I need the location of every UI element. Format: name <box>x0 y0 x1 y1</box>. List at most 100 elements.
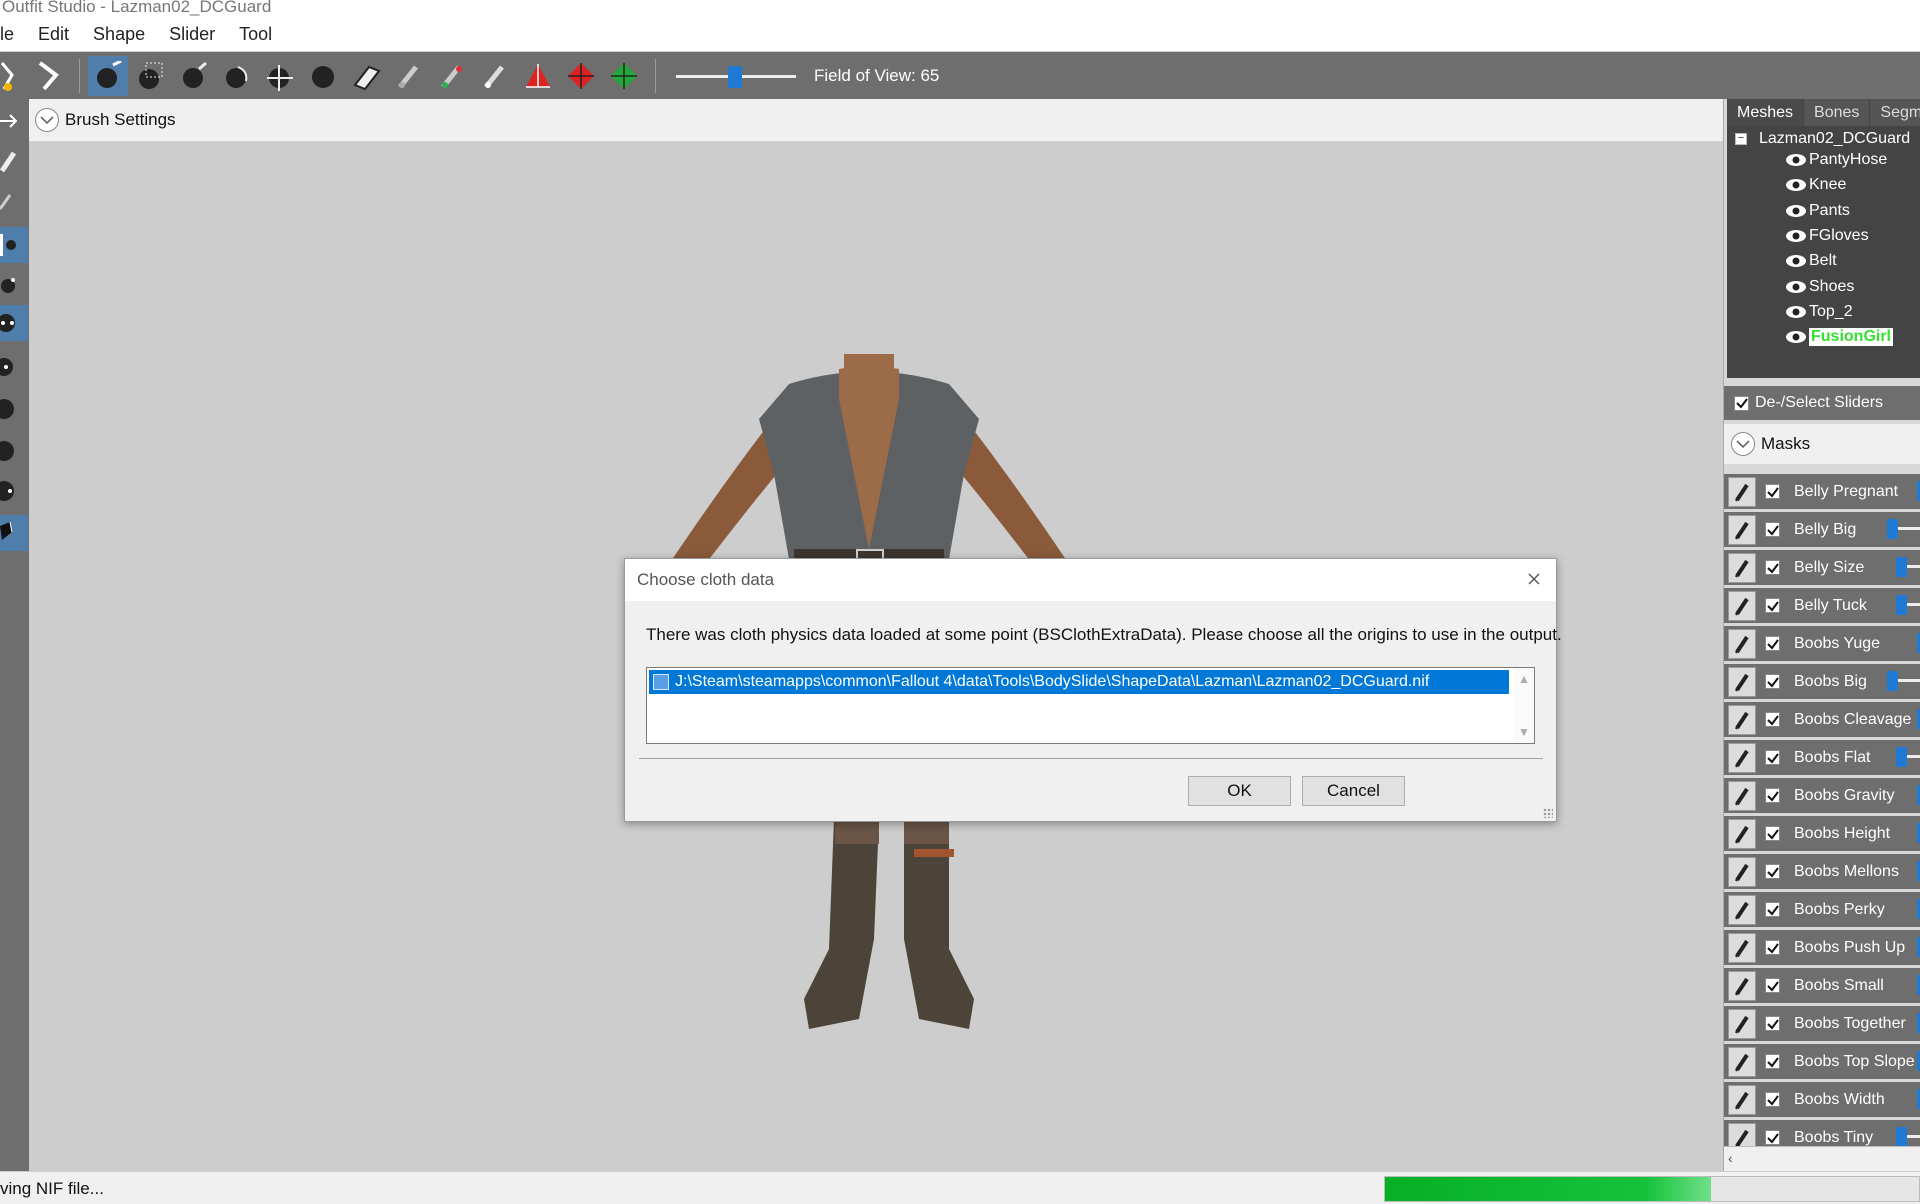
alpha-brush-icon[interactable] <box>475 56 515 96</box>
checkbox-checked-icon[interactable] <box>1765 1130 1780 1145</box>
chevron-down-icon[interactable] <box>35 108 59 132</box>
edit-pencil-icon[interactable] <box>1728 1084 1756 1115</box>
transform-tool-icon[interactable] <box>28 56 68 96</box>
pencil-icon[interactable] <box>0 143 28 179</box>
brush-focus-icon[interactable] <box>0 349 28 385</box>
checkbox-checked-icon[interactable] <box>1765 712 1780 727</box>
brush-settings-header[interactable]: Brush Settings <box>29 99 1723 141</box>
undiff-brush-icon[interactable] <box>346 56 386 96</box>
deselect-sliders-toggle[interactable]: De-/Select Sliders <box>1724 386 1920 420</box>
select-region-icon[interactable] <box>131 56 171 96</box>
brush-strength-icon[interactable] <box>0 305 28 341</box>
slider-control[interactable] <box>1896 747 1920 767</box>
slider-row[interactable]: Boobs Small <box>1724 968 1920 1003</box>
chevron-down-icon[interactable] <box>1731 432 1755 456</box>
mask-brush-icon[interactable] <box>88 55 128 96</box>
slider-row[interactable]: Boobs Perky <box>1724 892 1920 927</box>
scroll-up-icon[interactable]: ▲ <box>1518 672 1530 686</box>
inflate-brush-icon[interactable] <box>174 56 214 96</box>
slider-thumb[interactable] <box>1896 1127 1907 1147</box>
checkbox-checked-icon[interactable] <box>1765 522 1780 537</box>
slider-row[interactable]: Boobs Flat <box>1724 740 1920 775</box>
slider-row[interactable]: Boobs Cleavage <box>1724 702 1920 737</box>
eye-icon[interactable] <box>1785 329 1807 345</box>
edit-pencil-icon[interactable] <box>1728 1046 1756 1077</box>
circle-dot-icon[interactable] <box>0 473 28 509</box>
color-brush-icon[interactable] <box>432 56 472 96</box>
mesh-item[interactable]: Knee <box>1785 173 1846 197</box>
slider-thumb[interactable] <box>1896 557 1907 577</box>
scroll-down-icon[interactable]: ▼ <box>1518 725 1530 739</box>
checkbox-checked-icon[interactable] <box>1765 902 1780 917</box>
menu-file[interactable]: ile <box>0 24 24 45</box>
slider-thumb[interactable] <box>728 65 742 88</box>
slider-row[interactable]: Boobs Gravity <box>1724 778 1920 813</box>
slider-control[interactable] <box>1887 671 1920 691</box>
edit-pencil-icon[interactable] <box>1728 704 1756 735</box>
slider-row[interactable]: Belly Big <box>1724 512 1920 547</box>
menu-tool[interactable]: Tool <box>225 24 282 45</box>
checkbox-checked-icon[interactable] <box>1765 940 1780 955</box>
slider-row[interactable]: Boobs Together <box>1724 1006 1920 1041</box>
checkbox-checked-icon[interactable] <box>1765 788 1780 803</box>
slider-control[interactable] <box>1896 1127 1920 1147</box>
checkbox-checked-icon[interactable] <box>1765 864 1780 879</box>
checkbox-checked-icon[interactable] <box>1734 395 1749 411</box>
masks-header[interactable]: Masks <box>1724 424 1920 464</box>
checkbox-checked-icon[interactable] <box>1765 484 1780 499</box>
smooth-brush-icon[interactable] <box>303 56 343 96</box>
circle-icon[interactable] <box>0 433 28 469</box>
mesh-item[interactable]: FusionGirl <box>1785 325 1893 349</box>
checkbox-checked-icon[interactable] <box>1765 598 1780 613</box>
horizontal-scrollbar[interactable]: ‹ <box>1724 1146 1920 1171</box>
close-icon[interactable] <box>1522 567 1546 591</box>
mesh-item[interactable]: PantyHose <box>1785 148 1887 172</box>
field-of-view-slider[interactable] <box>676 61 796 91</box>
edit-pencil-icon[interactable] <box>1728 666 1756 697</box>
slider-row[interactable]: Boobs Width <box>1724 1082 1920 1117</box>
slider-thumb[interactable] <box>1887 671 1898 691</box>
checkbox-checked-icon[interactable] <box>1765 826 1780 841</box>
brush-dot-icon[interactable] <box>0 267 28 303</box>
cube-icon[interactable] <box>0 515 28 551</box>
edit-pencil-icon[interactable] <box>1728 894 1756 925</box>
edit-pencil-icon[interactable] <box>1728 970 1756 1001</box>
arrow-right-icon[interactable] <box>0 103 28 139</box>
checkbox-checked-icon[interactable] <box>1765 978 1780 993</box>
checkbox-checked-icon[interactable] <box>1765 1092 1780 1107</box>
list-item[interactable]: J:\Steam\steamapps\common\Fallout 4\data… <box>649 670 1509 694</box>
edit-pencil-icon[interactable] <box>1728 932 1756 963</box>
tab-bones[interactable]: Bones <box>1804 99 1871 126</box>
slider-thumb[interactable] <box>1896 747 1907 767</box>
eye-icon[interactable] <box>1785 177 1807 193</box>
tree-root[interactable]: − Lazman02_DCGuard <box>1735 130 1910 148</box>
slider-row[interactable]: Boobs Height <box>1724 816 1920 851</box>
tab-meshes[interactable]: Meshes <box>1727 99 1805 126</box>
list-scrollbar[interactable]: ▲ ▼ <box>1514 668 1534 743</box>
vertex-marker-red-icon[interactable] <box>561 56 601 96</box>
menu-shape[interactable]: Shape <box>79 24 155 45</box>
weight-brush-icon[interactable] <box>389 56 429 96</box>
3d-viewport[interactable]: Brush Settings Choose cloth data There w… <box>29 99 1723 1171</box>
checkbox-checked-icon[interactable] <box>1765 1016 1780 1031</box>
collapse-icon[interactable]: − <box>1735 133 1747 145</box>
slider-control[interactable] <box>1896 557 1920 577</box>
edit-pencil-icon[interactable] <box>1728 780 1756 811</box>
edit-pencil-icon[interactable] <box>1728 856 1756 887</box>
ok-button[interactable]: OK <box>1188 776 1291 806</box>
slider-row[interactable]: Boobs Big <box>1724 664 1920 699</box>
circle-icon[interactable] <box>0 391 28 427</box>
edit-pencil-icon[interactable] <box>1728 628 1756 659</box>
edit-pencil-icon[interactable] <box>1728 552 1756 583</box>
slider-row[interactable]: Boobs Top Slope <box>1724 1044 1920 1079</box>
slider-control[interactable] <box>1896 595 1920 615</box>
tab-segments[interactable]: Segme <box>1870 99 1920 126</box>
pen-icon[interactable] <box>0 183 28 219</box>
list-item-checkbox[interactable] <box>653 674 669 690</box>
eye-icon[interactable] <box>1785 304 1807 320</box>
move-brush-icon[interactable] <box>260 56 300 96</box>
resize-grip-icon[interactable] <box>1543 808 1553 818</box>
slider-thumb[interactable] <box>1896 595 1907 615</box>
checkbox-checked-icon[interactable] <box>1765 674 1780 689</box>
brush-size-icon[interactable] <box>0 227 28 263</box>
